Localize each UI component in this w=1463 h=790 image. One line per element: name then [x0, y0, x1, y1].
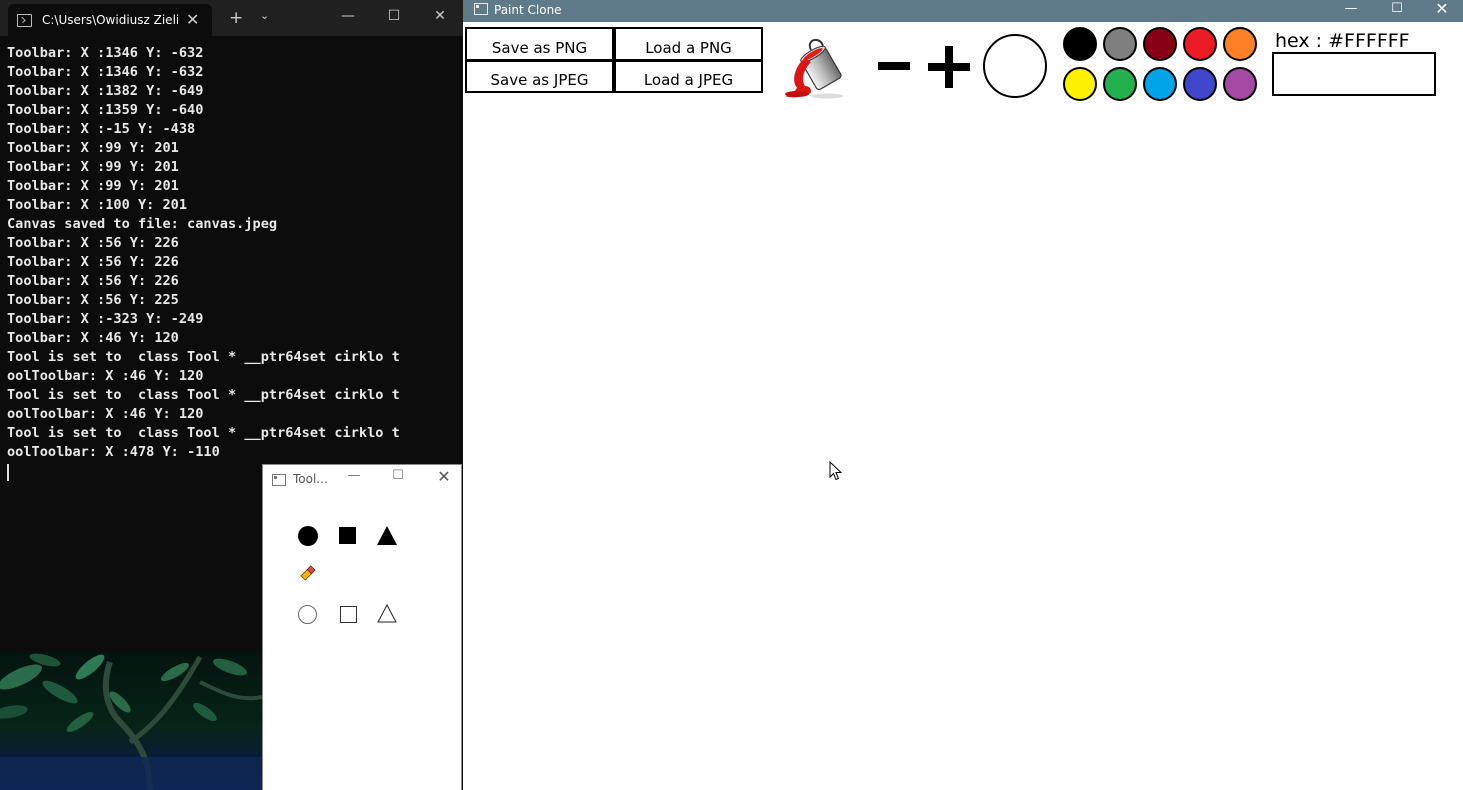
window-icon: [272, 474, 286, 486]
maximize-button[interactable]: ☐: [371, 0, 417, 34]
terminal-cursor: [7, 464, 9, 481]
paint-titlebar: Paint Clone — ☐ ✕: [463, 0, 1463, 22]
hex-input-field[interactable]: [1272, 52, 1436, 96]
color-swatch-green[interactable]: [1103, 67, 1137, 101]
filled-circle-tool[interactable]: [298, 526, 318, 546]
decrease-brush-button[interactable]: [878, 62, 910, 70]
toolbar-minimize-button[interactable]: —: [341, 468, 367, 483]
outline-circle-tool[interactable]: [298, 605, 317, 624]
window-icon: [474, 3, 488, 15]
color-swatch-gray[interactable]: [1103, 27, 1137, 61]
terminal-line: Tool is set to class Tool * __ptr64set c…: [7, 387, 400, 403]
color-swatch-dark-red[interactable]: [1143, 27, 1177, 61]
terminal-line: Toolbar: X :1346 Y: -632: [7, 64, 204, 80]
tab-dropdown-button[interactable]: ⌄: [260, 9, 269, 22]
terminal-line: Toolbar: X :-15 Y: -438: [7, 121, 196, 137]
toolbar-maximize-button[interactable]: ☐: [385, 468, 411, 483]
terminal-line: Tool is set to class Tool * __ptr64set c…: [7, 425, 400, 441]
brush-size-preview: [983, 34, 1047, 98]
terminal-icon: [17, 14, 32, 27]
terminal-line: oolToolbar: X :46 Y: 120: [7, 406, 204, 422]
color-swatch-purple[interactable]: [1223, 67, 1257, 101]
terminal-line: oolToolbar: X :46 Y: 120: [7, 368, 204, 384]
terminal-background-art: [0, 652, 262, 790]
terminal-line: Toolbar: X :1359 Y: -640: [7, 102, 204, 118]
terminal-line: Canvas saved to file: canvas.jpeg: [7, 216, 278, 232]
load-jpeg-button[interactable]: Load a JPEG: [614, 60, 763, 93]
tab-close-icon[interactable]: ✕: [186, 10, 199, 29]
terminal-titlebar: C:\Users\Owidiusz Zielir ✕ + ⌄ — ☐ ✕: [0, 0, 463, 36]
terminal-tab-title: C:\Users\Owidiusz Zielir: [42, 13, 178, 27]
terminal-tab[interactable]: C:\Users\Owidiusz Zielir ✕: [8, 4, 212, 36]
terminal-line: Toolbar: X :1382 Y: -649: [7, 83, 204, 99]
terminal-line: Toolbar: X :99 Y: 201: [7, 140, 179, 156]
terminal-line: Toolbar: X :56 Y: 225: [7, 292, 179, 308]
save-png-button[interactable]: Save as PNG: [465, 27, 614, 61]
eraser-tool[interactable]: [300, 565, 316, 581]
terminal-line: oolToolbar: X :478 Y: -110: [7, 444, 220, 460]
load-png-button[interactable]: Load a PNG: [614, 27, 763, 61]
paint-maximize-button[interactable]: ☐: [1374, 0, 1420, 22]
outline-square-tool[interactable]: [340, 606, 357, 623]
outline-triangle-tool[interactable]: [377, 604, 397, 623]
new-tab-button[interactable]: +: [229, 8, 243, 28]
increase-brush-button-vertical[interactable]: [945, 46, 953, 88]
hex-color-label: hex : #FFFFFF: [1275, 30, 1410, 52]
toolbar-window: Tool... — ☐ ✕: [262, 464, 462, 790]
terminal-line: Toolbar: X :56 Y: 226: [7, 273, 179, 289]
paint-window-title: Paint Clone: [494, 3, 562, 17]
color-swatch-red[interactable]: [1183, 27, 1217, 61]
toolbar-window-title: Tool...: [293, 472, 328, 486]
color-swatch-blue[interactable]: [1143, 67, 1177, 101]
paint-close-button[interactable]: ✕: [1419, 0, 1463, 22]
color-swatch-yellow[interactable]: [1063, 67, 1097, 101]
terminal-line: Toolbar: X :99 Y: 201: [7, 178, 179, 194]
save-jpeg-button[interactable]: Save as JPEG: [465, 60, 614, 93]
drawing-canvas[interactable]: [465, 100, 1463, 790]
foliage-illustration: [0, 653, 262, 790]
minimize-button[interactable]: —: [325, 0, 371, 34]
paint-minimize-button[interactable]: —: [1328, 0, 1374, 22]
terminal-line: Toolbar: X :100 Y: 201: [7, 197, 188, 213]
filled-square-tool[interactable]: [339, 527, 356, 544]
terminal-line: Toolbar: X :46 Y: 120: [7, 330, 179, 346]
color-swatch-orange[interactable]: [1223, 27, 1257, 61]
toolbar-close-button[interactable]: ✕: [431, 467, 457, 486]
filled-triangle-tool[interactable]: [377, 526, 397, 545]
paint-clone-window: Paint Clone — ☐ ✕ Save as PNG Load a PNG…: [463, 0, 1463, 790]
terminal-line: Tool is set to class Tool * __ptr64set c…: [7, 349, 400, 365]
mouse-pointer-icon: [829, 461, 843, 481]
terminal-line: Toolbar: X :-323 Y: -249: [7, 311, 204, 327]
terminal-line: Toolbar: X :56 Y: 226: [7, 254, 179, 270]
terminal-line: Toolbar: X :1346 Y: -632: [7, 45, 204, 61]
terminal-line: Toolbar: X :99 Y: 201: [7, 159, 179, 175]
terminal-line: Toolbar: X :56 Y: 226: [7, 235, 179, 251]
color-swatch-black[interactable]: [1063, 27, 1097, 61]
color-swatch-indigo[interactable]: [1183, 67, 1217, 101]
terminal-output: Toolbar: X :1346 Y: -632 Toolbar: X :1346…: [7, 44, 400, 462]
paint-bucket-icon[interactable]: [783, 36, 845, 100]
close-button[interactable]: ✕: [417, 0, 463, 34]
